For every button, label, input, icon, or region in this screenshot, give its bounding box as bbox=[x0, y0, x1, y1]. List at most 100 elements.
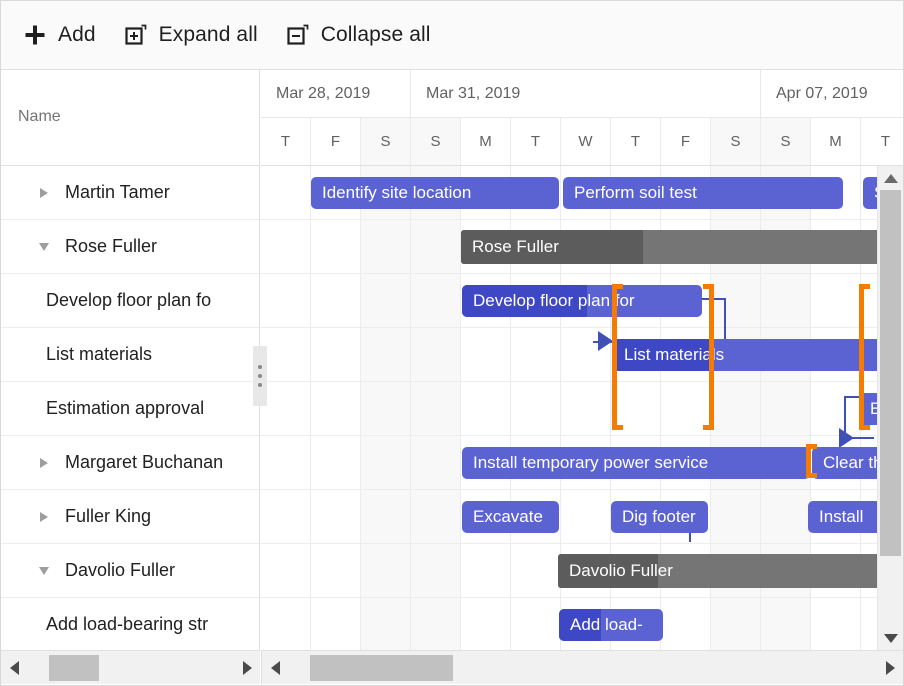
timeline-day-header: F bbox=[311, 118, 361, 165]
timeline-week-header: Apr 07, 2019 bbox=[761, 70, 904, 118]
gantt-chart-app: Add Expand all Collapse a bbox=[0, 0, 904, 686]
scroll-up-button[interactable] bbox=[878, 166, 903, 190]
timeline-day-header: T bbox=[261, 118, 311, 165]
splitter-dot bbox=[258, 383, 262, 387]
summary-bar[interactable]: Rose Fuller bbox=[461, 230, 904, 264]
grid-row[interactable]: Add load-bearing str bbox=[1, 598, 259, 650]
timeline-day-header: F bbox=[661, 118, 711, 165]
collapse-row-icon[interactable] bbox=[34, 561, 54, 581]
grid-row[interactable]: Margaret Buchanan bbox=[1, 436, 259, 490]
timeline-row-divider bbox=[261, 435, 904, 436]
grid-scrollbar-track[interactable] bbox=[27, 651, 234, 685]
expand-row-icon[interactable] bbox=[34, 453, 54, 473]
grid-scroll-left-button[interactable] bbox=[1, 651, 27, 685]
collapse-row-icon[interactable] bbox=[34, 237, 54, 257]
chart-scroll-right-button[interactable] bbox=[877, 651, 903, 685]
bar-label: Dig footer bbox=[622, 501, 696, 533]
dependency-line bbox=[702, 298, 726, 300]
toolbar: Add Expand all Collapse a bbox=[1, 1, 904, 70]
grid-row-name: Add load-bearing str bbox=[46, 614, 208, 635]
grid-row[interactable]: Fuller King bbox=[1, 490, 259, 544]
vertical-scrollbar[interactable] bbox=[877, 166, 903, 650]
add-button[interactable]: Add bbox=[19, 15, 106, 55]
collapse-all-button[interactable]: Collapse all bbox=[282, 15, 441, 55]
panel-splitter-handle[interactable] bbox=[253, 346, 267, 406]
timeline-day-header: S bbox=[411, 118, 461, 165]
timeline-row-divider bbox=[261, 543, 904, 544]
selection-bracket-foot bbox=[612, 284, 623, 289]
bar-label: Develop floor plan for bbox=[473, 285, 635, 317]
grid-row[interactable]: Davolio Fuller bbox=[1, 544, 259, 598]
selection-bracket-foot bbox=[703, 425, 714, 430]
timeline-row-divider bbox=[261, 597, 904, 598]
bar-label: Davolio Fuller bbox=[569, 554, 673, 588]
timeline-day-header: W bbox=[561, 118, 611, 165]
timeline-day-header: S bbox=[761, 118, 811, 165]
scroll-down-button[interactable] bbox=[878, 626, 903, 650]
bar-label: Rose Fuller bbox=[472, 230, 559, 264]
collapse-all-icon bbox=[286, 23, 310, 47]
chart-scroll-left-button[interactable] bbox=[262, 651, 288, 685]
task-bar[interactable]: Excavate bbox=[462, 501, 559, 533]
selection-bracket[interactable] bbox=[709, 284, 714, 430]
task-bar[interactable]: Identify site location bbox=[311, 177, 559, 209]
dependency-arrow-icon bbox=[839, 428, 854, 448]
timeline-column bbox=[411, 166, 461, 650]
bar-label: Install temporary power service bbox=[473, 447, 708, 479]
timeline-week-header: Mar 31, 2019 bbox=[411, 70, 761, 118]
grid-row[interactable]: List materials bbox=[1, 328, 259, 382]
chevron-down-icon bbox=[39, 243, 49, 251]
chart-scrollbar-track[interactable] bbox=[288, 651, 877, 685]
chevron-left-icon bbox=[10, 661, 19, 675]
timeline-column bbox=[311, 166, 361, 650]
gantt-timeline: Mar 28, 2019Mar 31, 2019Apr 07, 2019TFSS… bbox=[261, 70, 904, 650]
timeline-row-divider bbox=[261, 327, 904, 328]
grid-scroll-right-button[interactable] bbox=[234, 651, 260, 685]
selection-bracket[interactable] bbox=[859, 284, 864, 430]
collapse-all-label: Collapse all bbox=[321, 23, 431, 47]
task-bar[interactable]: Develop floor plan for bbox=[462, 285, 702, 317]
grid-scrollbar-thumb[interactable] bbox=[49, 655, 99, 681]
expand-row-icon[interactable] bbox=[34, 507, 54, 527]
selection-bracket-foot bbox=[859, 284, 870, 289]
chart-horizontal-scrollbar[interactable] bbox=[261, 650, 903, 684]
expand-all-icon bbox=[124, 23, 148, 47]
timeline-row-divider bbox=[261, 219, 904, 220]
timeline-week-header: Mar 28, 2019 bbox=[261, 70, 411, 118]
add-button-label: Add bbox=[58, 23, 96, 47]
grid-row[interactable]: Develop floor plan fo bbox=[1, 274, 259, 328]
task-bar[interactable]: Dig footer bbox=[611, 501, 708, 533]
timeline-day-header: S bbox=[361, 118, 411, 165]
bar-label: Clear th bbox=[823, 447, 883, 479]
selection-bracket[interactable] bbox=[806, 444, 811, 478]
bar-label: Excavate bbox=[473, 501, 543, 533]
summary-bar[interactable]: Davolio Fuller bbox=[558, 554, 904, 588]
expand-all-button[interactable]: Expand all bbox=[120, 15, 268, 55]
timeline-day-header: M bbox=[811, 118, 861, 165]
timeline-day-header: T bbox=[611, 118, 661, 165]
plus-icon bbox=[23, 23, 47, 47]
bar-label: Install bbox=[819, 501, 863, 533]
task-bar[interactable]: Perform soil test bbox=[563, 177, 843, 209]
timeline-body: Identify site locationPerform soil testS… bbox=[261, 166, 904, 650]
task-bar[interactable]: Add load- bbox=[559, 609, 663, 641]
selection-bracket[interactable] bbox=[612, 284, 617, 430]
chevron-right-icon bbox=[40, 512, 48, 522]
chevron-right-icon bbox=[40, 458, 48, 468]
chevron-right-icon bbox=[40, 188, 48, 198]
chart-scrollbar-thumb[interactable] bbox=[310, 655, 453, 681]
chevron-right-icon bbox=[243, 661, 252, 675]
grid-horizontal-scrollbar[interactable] bbox=[1, 650, 260, 684]
column-header-name: Name bbox=[18, 108, 61, 126]
timeline-day-header: T bbox=[861, 118, 904, 165]
grid-row[interactable]: Estimation approval bbox=[1, 382, 259, 436]
grid-row[interactable]: Martin Tamer bbox=[1, 166, 259, 220]
timeline-day-header: S bbox=[711, 118, 761, 165]
vertical-scrollbar-thumb[interactable] bbox=[880, 190, 901, 556]
expand-all-label: Expand all bbox=[159, 23, 258, 47]
grid-row[interactable]: Rose Fuller bbox=[1, 220, 259, 274]
task-bar[interactable]: Install temporary power service bbox=[462, 447, 810, 479]
chevron-right-icon bbox=[886, 661, 895, 675]
expand-row-icon[interactable] bbox=[34, 183, 54, 203]
grid-header: Name bbox=[1, 70, 259, 166]
